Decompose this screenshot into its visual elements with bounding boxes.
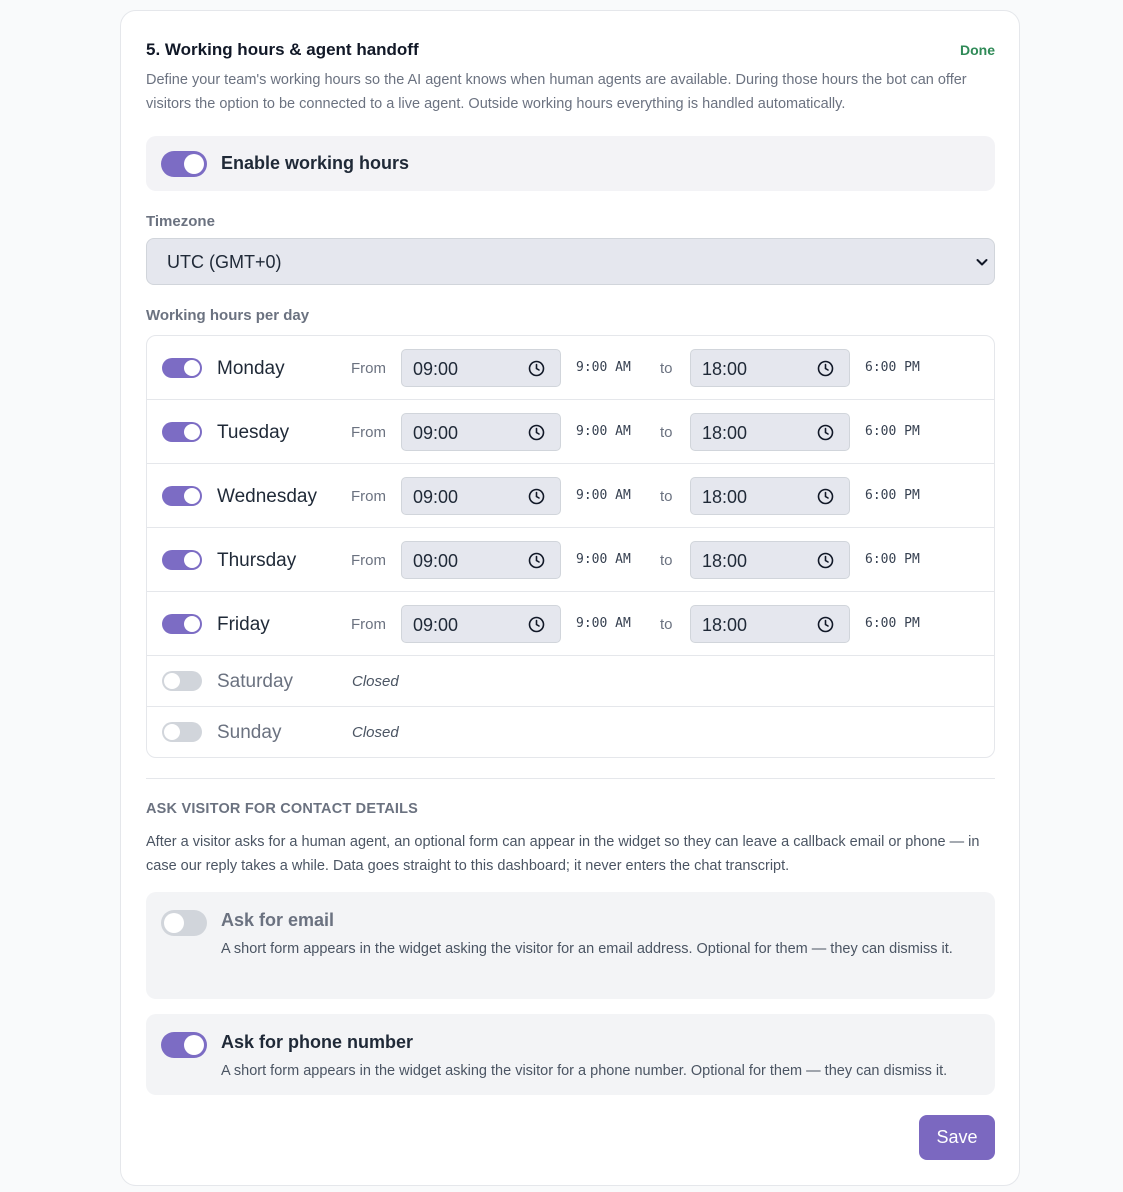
day-row-tuesday: Tuesday From 09:00 9:00 AM to 18:00 6:00… — [147, 400, 994, 464]
from-12h-readout: 9:00 AM — [576, 552, 631, 567]
friday-to-time-input[interactable]: 18:00 — [690, 605, 850, 643]
saturday-toggle[interactable] — [162, 671, 202, 691]
thursday-to-time-input[interactable]: 18:00 — [690, 541, 850, 579]
clock-icon[interactable] — [528, 488, 545, 505]
enable-working-hours-label: Enable working hours — [221, 153, 410, 173]
timezone-label: Timezone — [146, 213, 215, 230]
closed-label: Closed — [352, 673, 399, 690]
clock-icon[interactable] — [528, 424, 545, 441]
day-name: Saturday — [217, 671, 294, 692]
to-12h-readout: 6:00 PM — [865, 616, 920, 631]
from-12h-readout: 9:00 AM — [576, 488, 631, 503]
clock-icon[interactable] — [528, 360, 545, 377]
from-label: From — [351, 488, 386, 505]
time-value: 09:00 — [413, 551, 459, 571]
save-button[interactable]: Save — [919, 1115, 995, 1160]
day-row-monday: Monday From 09:00 9:00 AM to 18:00 6:00 … — [147, 336, 994, 400]
working-hours-label: Working hours per day — [146, 307, 310, 324]
ask-email-title: Ask for email — [221, 910, 335, 930]
to-label: to — [660, 616, 673, 633]
ask-phone-title: Ask for phone number — [221, 1032, 414, 1052]
from-12h-readout: 9:00 AM — [576, 424, 631, 439]
from-12h-readout: 9:00 AM — [576, 616, 631, 631]
day-row-sunday: Sunday Closed — [147, 707, 994, 757]
chevron-down-icon — [976, 259, 988, 266]
to-12h-readout: 6:00 PM — [865, 488, 920, 503]
to-label: to — [660, 424, 673, 441]
day-name: Monday — [217, 358, 285, 379]
thursday-toggle[interactable] — [162, 550, 202, 570]
section-title: 5. Working hours & agent handoff — [146, 40, 419, 59]
friday-toggle[interactable] — [162, 614, 202, 634]
ask-phone-toggle[interactable] — [161, 1032, 207, 1058]
wednesday-to-time-input[interactable]: 18:00 — [690, 477, 850, 515]
time-value: 09:00 — [413, 615, 459, 635]
ask-phone-description: A short form appears in the widget askin… — [221, 1063, 948, 1079]
section-description: Define your team's working hours so the … — [146, 72, 967, 112]
monday-to-time-input[interactable]: 18:00 — [690, 349, 850, 387]
to-12h-readout: 6:00 PM — [865, 360, 920, 375]
clock-icon[interactable] — [817, 488, 834, 505]
clock-icon[interactable] — [528, 616, 545, 633]
timezone-value: UTC (GMT+0) — [167, 252, 282, 272]
working-hours-table: Monday From 09:00 9:00 AM to 18:00 6:00 … — [146, 335, 995, 758]
to-label: to — [660, 552, 673, 569]
day-name: Wednesday — [217, 486, 317, 507]
done-status-badge: Done — [960, 42, 995, 58]
time-value: 18:00 — [702, 487, 748, 507]
tuesday-from-time-input[interactable]: 09:00 — [401, 413, 561, 451]
ask-email-toggle[interactable] — [161, 910, 207, 936]
ask-email-option: Ask for email A short form appears in th… — [146, 892, 995, 999]
enable-working-hours-toggle[interactable] — [161, 151, 207, 177]
enable-working-hours-row: Enable working hours — [146, 136, 995, 191]
monday-from-time-input[interactable]: 09:00 — [401, 349, 561, 387]
from-12h-readout: 9:00 AM — [576, 360, 631, 375]
closed-label: Closed — [352, 724, 399, 741]
clock-icon[interactable] — [817, 424, 834, 441]
tuesday-to-time-input[interactable]: 18:00 — [690, 413, 850, 451]
sunday-toggle[interactable] — [162, 722, 202, 742]
contact-details-heading: ASK VISITOR FOR CONTACT DETAILS — [146, 801, 419, 817]
day-name: Sunday — [217, 722, 282, 743]
thursday-from-time-input[interactable]: 09:00 — [401, 541, 561, 579]
contact-details-description: After a visitor asks for a human agent, … — [146, 834, 980, 874]
section-divider — [146, 778, 995, 779]
day-row-wednesday: Wednesday From 09:00 9:00 AM to 18:00 6:… — [147, 464, 994, 528]
monday-toggle[interactable] — [162, 358, 202, 378]
day-name: Tuesday — [217, 422, 290, 443]
clock-icon[interactable] — [817, 552, 834, 569]
day-row-saturday: Saturday Closed — [147, 656, 994, 707]
from-label: From — [351, 552, 386, 569]
time-value: 09:00 — [413, 359, 459, 379]
time-value: 18:00 — [702, 359, 748, 379]
day-name: Friday — [217, 614, 270, 635]
tuesday-toggle[interactable] — [162, 422, 202, 442]
to-12h-readout: 6:00 PM — [865, 552, 920, 567]
to-label: to — [660, 488, 673, 505]
to-12h-readout: 6:00 PM — [865, 424, 920, 439]
section-header: 5. Working hours & agent handoff Done — [146, 40, 995, 62]
settings-card: 5. Working hours & agent handoff Done De… — [120, 10, 1020, 1186]
clock-icon[interactable] — [817, 360, 834, 377]
from-label: From — [351, 424, 386, 441]
wednesday-toggle[interactable] — [162, 486, 202, 506]
clock-icon[interactable] — [817, 616, 834, 633]
day-row-friday: Friday From 09:00 9:00 AM to 18:00 6:00 … — [147, 592, 994, 656]
time-value: 18:00 — [702, 551, 748, 571]
time-value: 18:00 — [702, 423, 748, 443]
time-value: 18:00 — [702, 615, 748, 635]
time-value: 09:00 — [413, 487, 459, 507]
from-label: From — [351, 616, 386, 633]
time-value: 09:00 — [413, 423, 459, 443]
day-row-thursday: Thursday From 09:00 9:00 AM to 18:00 6:0… — [147, 528, 994, 592]
wednesday-from-time-input[interactable]: 09:00 — [401, 477, 561, 515]
ask-phone-option: Ask for phone number A short form appear… — [146, 1014, 995, 1095]
friday-from-time-input[interactable]: 09:00 — [401, 605, 561, 643]
from-label: From — [351, 360, 386, 377]
day-name: Thursday — [217, 550, 297, 571]
to-label: to — [660, 360, 673, 377]
timezone-select[interactable]: UTC (GMT+0) — [146, 238, 995, 285]
ask-email-description: A short form appears in the widget askin… — [221, 941, 953, 957]
clock-icon[interactable] — [528, 552, 545, 569]
